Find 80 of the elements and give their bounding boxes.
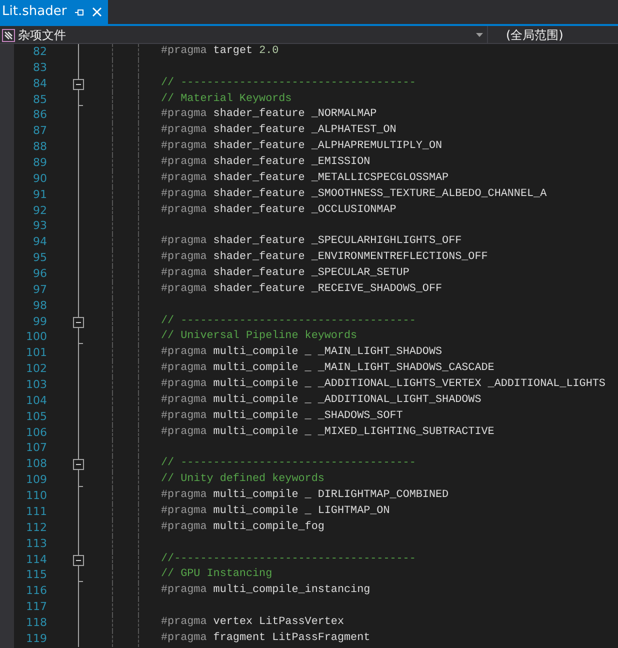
code-line: #pragma multi_compile _ DIRLIGHTMAP_COMBINED: [161, 488, 449, 504]
line-number: 119: [25, 630, 47, 647]
code-line: #pragma multi_compile _ _SHADOWS_SOFT: [161, 408, 403, 424]
code-line: #pragma shader_feature _EMISSION: [161, 155, 370, 170]
code-line: #pragma shader_feature _OCCLUSIONMAP: [161, 202, 396, 218]
line-number: 112: [25, 520, 47, 536]
pin-icon[interactable]: [74, 8, 84, 16]
collapse-icon[interactable]: [73, 78, 84, 90]
code-line: #pragma shader_feature _SPECULARHIGHLIGHTS_OFF: [161, 234, 462, 250]
line-number: 91: [32, 186, 47, 203]
line-number: 87: [32, 123, 47, 140]
collapse-icon[interactable]: [73, 316, 84, 328]
code-comment: // Unity defined keywords: [161, 472, 324, 488]
line-number: 111: [25, 504, 47, 520]
line-number: 115: [25, 567, 47, 584]
code-line: #pragma shader_feature _RECEIVE_SHADOWS_OFF: [161, 282, 442, 297]
line-number: 102: [25, 361, 47, 378]
code-comment: // ------------------------------------: [161, 76, 416, 91]
line-number: 86: [32, 107, 47, 124]
line-number: 104: [25, 392, 47, 409]
line-number: 105: [25, 408, 47, 425]
code-line: #pragma multi_compile _ _MIXED_LIGHTING_SUBTRACTIVE: [161, 424, 494, 440]
scope-dropdown[interactable]: (全局范围): [506, 26, 564, 44]
line-number: 116: [25, 583, 47, 600]
line-number: 82: [32, 44, 47, 60]
line-number: 85: [32, 92, 47, 108]
code-line: #pragma shader_feature _METALLICSPECGLOSSMAP: [161, 170, 449, 186]
line-number: 107: [25, 440, 47, 456]
code-line: #pragma multi_compile _ _MAIN_LIGHT_SHADOWS_CASCADE: [161, 361, 494, 376]
code-line: #pragma target 2.0: [161, 44, 279, 59]
line-number: 90: [32, 170, 47, 187]
collapse-icon[interactable]: [73, 554, 84, 566]
code-line: #pragma shader_feature _ALPHATEST_ON: [161, 123, 396, 138]
line-number: 88: [32, 139, 47, 156]
line-number: 108: [25, 456, 47, 472]
line-number: 101: [25, 345, 47, 362]
line-number: 93: [32, 218, 47, 234]
code-line: #pragma vertex LitPassVertex: [161, 614, 344, 630]
code-line: #pragma shader_feature _ALPHAPREMULTIPLY_ON: [161, 139, 442, 154]
code-line: #pragma multi_compile _ _ADDITIONAL_LIGHT_SHADOWS: [161, 392, 482, 408]
code-comment: //-------------------------------------: [161, 552, 416, 566]
line-number: 97: [32, 282, 47, 298]
line-number: 98: [32, 298, 47, 314]
code-line: #pragma multi_compile _ LIGHTMAP_ON: [161, 504, 390, 519]
project-name: 杂项文件: [18, 27, 67, 44]
close-icon[interactable]: [92, 7, 102, 17]
file-tab[interactable]: Lit.shader: [0, 0, 108, 24]
line-number: 100: [25, 329, 47, 346]
line-number: 106: [25, 424, 47, 440]
line-number: 118: [25, 614, 47, 631]
code-comment: // ------------------------------------: [161, 314, 416, 329]
code-line: #pragma multi_compile_instancing: [161, 583, 370, 598]
code-line: #pragma shader_feature _SPECULAR_SETUP: [161, 266, 410, 282]
caret-icon: [476, 33, 483, 37]
code-line: #pragma fragment LitPassFragment: [161, 630, 370, 646]
line-number: 99: [32, 314, 47, 330]
line-number: 94: [32, 234, 47, 250]
line-number: 83: [32, 60, 47, 76]
line-number: 103: [25, 377, 47, 393]
code-line: #pragma shader_feature _SMOOTHNESS_TEXTURE_ALBEDO_CHANNEL_A: [161, 186, 547, 202]
code-comment: // GPU Instancing: [161, 567, 272, 582]
code-line: #pragma shader_feature _ENVIRONMENTREFLECTIONS_OFF: [161, 250, 488, 266]
line-number: 92: [32, 202, 47, 218]
line-number: 113: [25, 536, 47, 552]
code-comment: // Universal Pipeline keywords: [161, 329, 358, 344]
line-number: 117: [25, 599, 47, 615]
line-number: 110: [25, 488, 47, 504]
line-number: 114: [25, 552, 47, 568]
collapse-icon[interactable]: [73, 459, 84, 470]
code-line: #pragma shader_feature _NORMALMAP: [161, 107, 377, 122]
code-line: #pragma multi_compile _ _ADDITIONAL_LIGHTS_VERTEX _ADDITIONAL_LIGHTS: [161, 377, 606, 392]
code-comment: // Material Keywords: [161, 92, 292, 107]
line-number: 96: [32, 266, 47, 282]
line-number: 95: [32, 250, 47, 266]
line-number: 84: [32, 76, 47, 92]
line-number: 109: [25, 472, 47, 488]
code-comment: // ------------------------------------: [161, 456, 416, 472]
line-number: 89: [32, 155, 47, 171]
code-line: #pragma multi_compile _ _MAIN_LIGHT_SHADOWS: [161, 345, 442, 360]
code-line: #pragma multi_compile_fog: [161, 520, 324, 535]
